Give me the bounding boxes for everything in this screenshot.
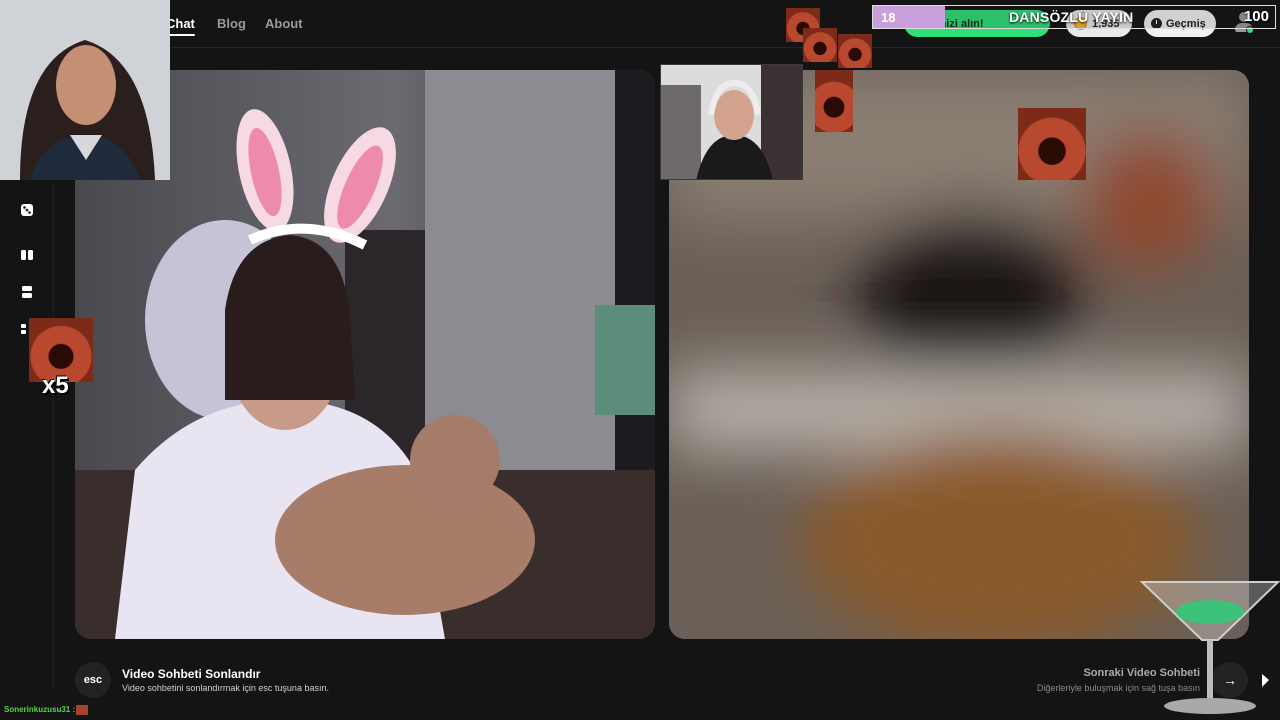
remote-self-preview	[660, 64, 803, 180]
emote-sticker	[803, 28, 837, 62]
mouse-cursor	[1262, 674, 1269, 687]
emote-sticker	[815, 70, 853, 132]
end-chat-esc-button[interactable]: esc	[75, 662, 111, 698]
goal-target: 100	[1243, 8, 1269, 25]
stream-title: DANSÖZLÜ YAYIN	[1009, 9, 1134, 25]
dice-icon[interactable]	[12, 195, 42, 225]
chat-emote	[76, 705, 88, 715]
chat-username: Sonerinkuzusu31 :	[4, 705, 76, 714]
layout-columns-icon[interactable]	[12, 240, 42, 270]
goal-counter: 18	[881, 10, 896, 25]
nav-link-about[interactable]: About	[265, 16, 303, 31]
streamer-webcam-overlay	[0, 0, 170, 180]
emote-sticker	[838, 34, 872, 68]
sidebar	[0, 180, 54, 690]
end-chat-title: Video Sohbeti Sonlandır	[122, 667, 261, 681]
emote-sticker	[1018, 108, 1086, 180]
layout-rows-icon[interactable]	[12, 277, 42, 307]
martini-glass-overlay	[1140, 581, 1280, 714]
nav-link-blog[interactable]: Blog	[217, 16, 246, 31]
end-chat-description: Video sohbetini sonlandırmak için esc tu…	[122, 683, 329, 693]
combo-multiplier: x5	[42, 372, 69, 399]
stream-goal-overlay: 18 DANSÖZLÜ YAYIN 100	[872, 5, 1276, 29]
nav-link-chat[interactable]: Chat	[166, 16, 195, 36]
